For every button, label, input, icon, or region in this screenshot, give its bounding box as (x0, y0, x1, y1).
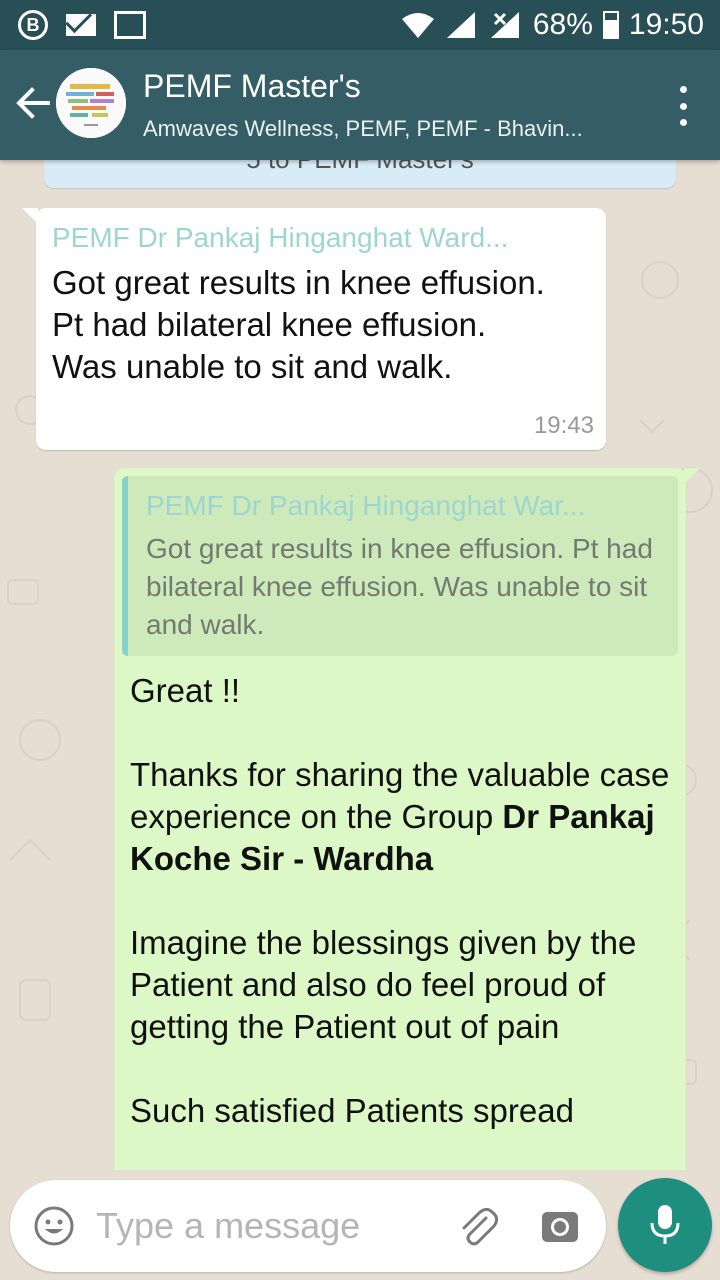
group-avatar[interactable] (56, 68, 126, 138)
gallery-icon (114, 11, 146, 39)
outgoing-message[interactable]: PEMF Dr Pankaj Hinganghat War... Got gre… (114, 468, 700, 1170)
status-bar-notifications: B (18, 10, 146, 40)
message-body: Great !! Thanks for sharing the valuable… (122, 656, 678, 1132)
voice-record-button[interactable] (618, 1178, 712, 1272)
message-input[interactable] (96, 1200, 426, 1252)
signal-icon (446, 12, 475, 38)
message-paragraph: Such satisfied Patients spread (130, 1092, 574, 1129)
message-composer (10, 1180, 606, 1272)
message-paragraph: Imagine the blessings given by the Patie… (130, 924, 637, 1045)
back-arrow-icon[interactable] (14, 84, 52, 122)
status-bar: B 68% 19:50 (0, 0, 720, 50)
chat-area[interactable]: 5 to PEMF Master's PEMF Dr Pankaj Hingan… (0, 160, 720, 1170)
status-bar-system: 68% 19:50 (401, 8, 704, 42)
chat-title[interactable]: PEMF Master's (143, 68, 361, 105)
paperclip-icon[interactable] (456, 1204, 500, 1248)
quoted-reply[interactable]: PEMF Dr Pankaj Hinganghat War... Got gre… (122, 476, 678, 656)
chat-participants[interactable]: Amwaves Wellness, PEMF, PEMF - Bhavin... (143, 116, 653, 142)
chat-header: PEMF Master's Amwaves Wellness, PEMF, PE… (0, 50, 720, 160)
message-paragraph: Thanks for sharing the valuable case exp… (130, 754, 670, 880)
message-paragraph: Great !! (130, 672, 241, 709)
message-text: Got great results in knee effusion. Pt h… (52, 264, 545, 385)
microphone-icon (650, 1205, 680, 1244)
incoming-message[interactable]: PEMF Dr Pankaj Hinganghat Ward... Got gr… (22, 208, 606, 450)
clock: 19:50 (628, 8, 704, 41)
system-notice: 5 to PEMF Master's (44, 160, 676, 188)
wifi-icon (401, 13, 434, 38)
menu-dot (679, 86, 687, 93)
mail-icon (66, 14, 96, 36)
message-time: 19:43 (533, 412, 594, 439)
camera-icon[interactable] (540, 1206, 580, 1246)
menu-dot (679, 102, 687, 110)
menu-dot (679, 119, 687, 126)
overflow-menu-icon[interactable] (678, 86, 688, 126)
group-avatar-image (56, 68, 126, 138)
quoted-text: Got great results in knee effusion. Pt h… (146, 533, 653, 640)
battery-icon (602, 11, 619, 39)
business-icon: B (18, 10, 48, 40)
signal-no-data-icon (490, 12, 519, 38)
quoted-sender: PEMF Dr Pankaj Hinganghat War... (146, 490, 586, 521)
system-notice-text: 5 to PEMF Master's (246, 160, 473, 174)
business-icon-letter: B (26, 14, 40, 35)
emoji-icon[interactable] (32, 1204, 76, 1248)
battery-percent: 68% (532, 8, 593, 41)
message-sender[interactable]: PEMF Dr Pankaj Hinganghat Ward... (52, 222, 588, 254)
